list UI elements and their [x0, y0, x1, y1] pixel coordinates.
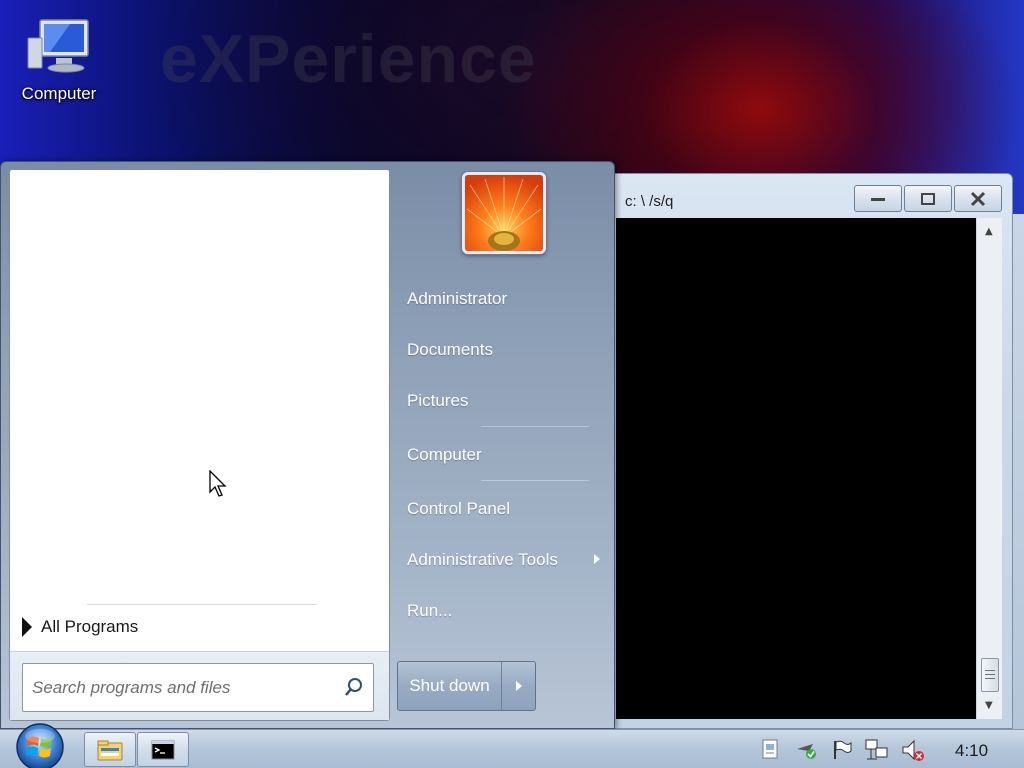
window-title: c: \ /s/q: [625, 193, 674, 210]
console-output[interactable]: [616, 218, 976, 719]
network-check-icon[interactable]: [795, 739, 819, 761]
menu-item-control-panel[interactable]: Control Panel: [407, 499, 510, 519]
scroll-thumb[interactable]: [981, 658, 999, 692]
maximize-icon: [921, 192, 935, 205]
flower-picture-icon: [465, 175, 543, 251]
search-icon[interactable]: [344, 677, 364, 697]
user-picture[interactable]: [462, 172, 546, 254]
search-input[interactable]: [32, 676, 332, 700]
command-prompt-icon: [151, 740, 175, 759]
close-button[interactable]: [954, 185, 1002, 212]
taskbar-console-button[interactable]: [137, 732, 189, 767]
menu-item-pictures[interactable]: Pictures: [407, 391, 468, 411]
divider: [481, 480, 589, 481]
maximize-button[interactable]: [904, 185, 952, 212]
desktop-icon-computer[interactable]: Computer: [14, 18, 104, 104]
computer-icon: [27, 19, 89, 73]
shutdown-label[interactable]: Shut down: [398, 662, 502, 710]
scroll-up-icon[interactable]: ▲: [985, 226, 993, 237]
divider: [481, 426, 589, 427]
expand-arrow-icon: [22, 617, 32, 637]
menu-item-administrator[interactable]: Administrator: [407, 289, 507, 309]
file-explorer-icon: [97, 740, 123, 760]
volume-muted-icon[interactable]: [901, 739, 927, 763]
menu-item-administrative-tools[interactable]: Administrative Tools: [407, 550, 558, 570]
action-center-flag-icon[interactable]: [831, 739, 853, 761]
desktop-icon-label: Computer: [21, 84, 97, 103]
shutdown-options-button[interactable]: [502, 662, 535, 710]
search-area: [10, 651, 389, 720]
taskbar-explorer-button[interactable]: [84, 732, 136, 767]
taskbar: 4:10: [0, 723, 1024, 768]
notification-icon[interactable]: [760, 739, 780, 761]
all-programs-button[interactable]: All Programs: [22, 617, 138, 637]
all-programs-label: All Programs: [41, 617, 139, 636]
mouse-cursor-icon: [209, 470, 227, 497]
scroll-down-icon[interactable]: ▼: [985, 700, 993, 711]
wallpaper-watermark: eXPerience: [160, 21, 537, 97]
menu-item-computer[interactable]: Computer: [407, 445, 482, 465]
submenu-arrow-icon: [594, 554, 600, 564]
start-menu: All Programs Search programs and files A…: [0, 161, 615, 729]
minimize-button[interactable]: [854, 185, 902, 212]
vertical-scrollbar[interactable]: ▲ ▼: [976, 218, 1002, 719]
menu-item-run[interactable]: Run...: [407, 601, 452, 621]
divider: [87, 604, 317, 605]
console-window[interactable]: c: \ /s/q ▲ ▼: [600, 173, 1013, 729]
caption-buttons: [854, 185, 1002, 212]
programs-pane: All Programs: [9, 169, 390, 721]
minimize-icon: [871, 197, 885, 201]
chevron-right-icon: [515, 681, 522, 691]
search-box[interactable]: [22, 663, 374, 712]
close-icon: [970, 191, 986, 206]
menu-item-documents[interactable]: Documents: [407, 340, 493, 360]
network-icon[interactable]: [865, 739, 889, 761]
shutdown-button[interactable]: Shut down: [397, 661, 536, 711]
windows-orb-icon[interactable]: [13, 722, 67, 768]
taskbar-clock[interactable]: 4:10: [955, 741, 988, 761]
